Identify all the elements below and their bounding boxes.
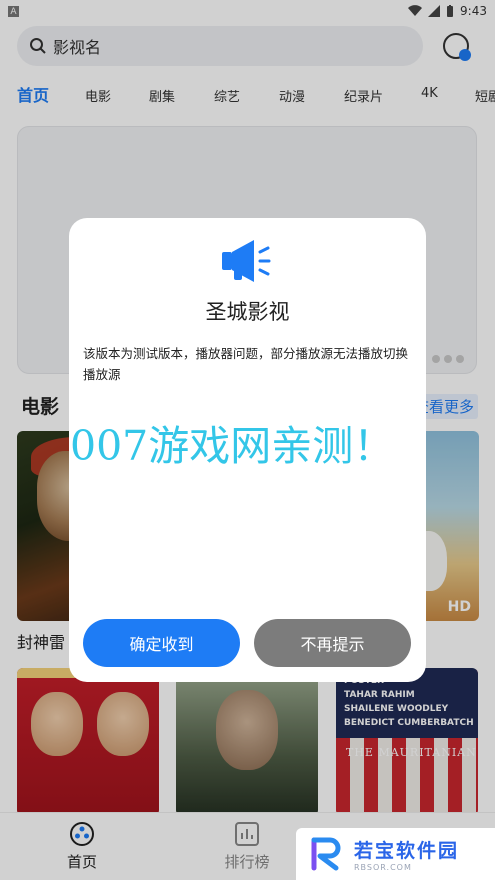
megaphone-icon — [222, 240, 271, 282]
dont-show-again-button[interactable]: 不再提示 — [254, 619, 411, 667]
dialog-message: 该版本为测试版本，播放器问题，部分播放源无法播放切换播放源 — [83, 346, 409, 382]
brand-r-icon — [311, 837, 341, 871]
confirm-button[interactable]: 确定收到 — [83, 619, 240, 667]
brand-logo: 若宝软件园 RBSOR.COM — [296, 828, 495, 880]
brand-url: RBSOR.COM — [354, 863, 412, 872]
dialog-title: 圣城影视 — [205, 300, 290, 324]
brand-name: 若宝软件园 — [354, 840, 460, 862]
watermark-text: 007游戏网亲测！ — [70, 422, 395, 470]
